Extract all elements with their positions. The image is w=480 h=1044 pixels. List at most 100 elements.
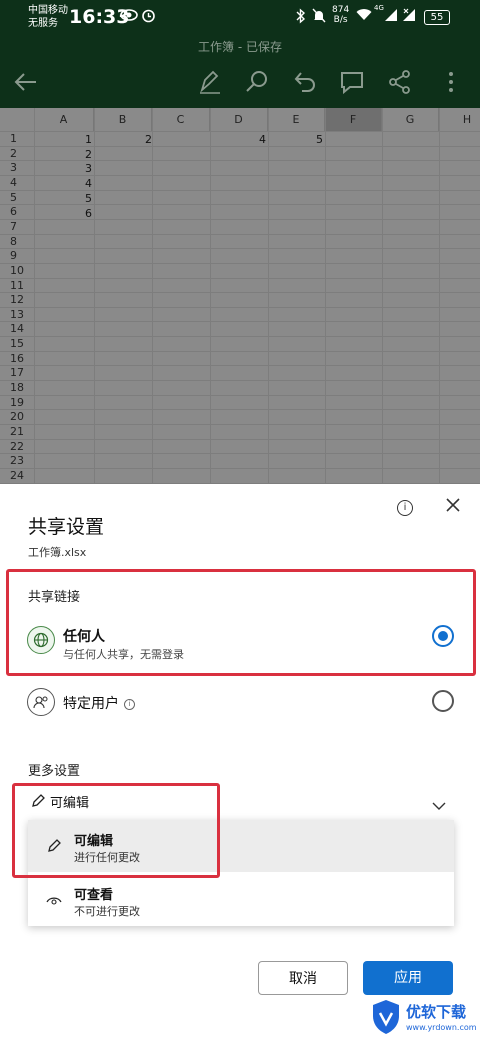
row-line (0, 277, 480, 279)
row-header-divider (34, 108, 35, 484)
cell-a1[interactable]: 1 (36, 133, 92, 146)
row-line (0, 365, 480, 367)
chevron-down-icon[interactable] (432, 796, 446, 815)
row-header[interactable]: 5 (0, 191, 34, 204)
row-header[interactable]: 21 (0, 425, 34, 438)
wifi-icon (356, 8, 372, 25)
info-icon[interactable]: i (397, 500, 413, 516)
battery-level: 55 (424, 10, 450, 25)
col-line (210, 108, 211, 484)
file-name: 工作簿.xlsx (28, 546, 87, 559)
cell-a2[interactable]: 2 (36, 148, 92, 161)
row-line (0, 336, 480, 338)
row-header[interactable]: 4 (0, 176, 34, 189)
cell-a5[interactable]: 5 (36, 192, 92, 205)
row-header[interactable]: 3 (0, 161, 34, 174)
back-arrow-icon[interactable] (12, 68, 40, 96)
row-header[interactable]: 10 (0, 264, 34, 277)
comment-icon[interactable] (338, 68, 366, 96)
alarm-icon (141, 8, 156, 27)
row-line (0, 467, 480, 469)
row-header[interactable]: 23 (0, 454, 34, 467)
row-header[interactable]: 14 (0, 322, 34, 335)
row-header[interactable]: 17 (0, 366, 34, 379)
col-line (152, 108, 153, 484)
share-icon[interactable] (386, 68, 414, 96)
row-line (0, 424, 480, 425)
mute-bell-icon (312, 8, 326, 27)
option-specific-users-label: 特定用户 (63, 696, 119, 712)
permission-option-view[interactable]: 可查看 不可进行更改 (28, 874, 454, 926)
row-header[interactable]: 20 (0, 410, 34, 423)
column-header-g[interactable]: G (382, 108, 439, 131)
column-header-f[interactable]: F (325, 108, 382, 131)
signal-x-icon (402, 8, 416, 26)
row-header[interactable]: 9 (0, 249, 34, 262)
bluetooth-icon (296, 8, 306, 28)
small-info-icon[interactable]: i (124, 698, 135, 710)
row-line (0, 233, 480, 235)
highlight-share-link (6, 569, 476, 676)
row-line (0, 321, 480, 323)
row-header[interactable]: 19 (0, 396, 34, 409)
row-header[interactable]: 18 (0, 381, 34, 394)
net-speed: 874 B/s (332, 5, 349, 25)
row-line (0, 380, 480, 382)
status-bar: 中国移动 无服务 16:33 874 B/s 4G 55 (0, 0, 480, 36)
row-header[interactable]: 16 (0, 352, 34, 365)
apply-button[interactable]: 应用 (363, 961, 453, 995)
row-header[interactable]: 8 (0, 235, 34, 248)
col-line (268, 108, 269, 484)
row-header[interactable]: 11 (0, 279, 34, 292)
row-line (0, 409, 480, 411)
row-line (0, 292, 480, 294)
column-header-h[interactable]: H (439, 108, 480, 131)
cell-e1[interactable]: 5 (268, 133, 323, 146)
row-header[interactable]: 12 (0, 293, 34, 306)
app-bar: 工作簿 - 已保存 (0, 36, 480, 108)
row-header[interactable]: 2 (0, 147, 34, 160)
col-line (382, 108, 383, 484)
column-header-a[interactable]: A (34, 108, 94, 131)
cell-b1[interactable]: 2 (96, 133, 152, 146)
permission-option-view-title: 可查看 (74, 888, 114, 903)
spreadsheet-grid[interactable]: A B C D E F G H 1 2 3 4 5 6 2 4 5 123456… (0, 108, 480, 484)
row-line (0, 248, 480, 250)
cell-a3[interactable]: 3 (36, 162, 92, 175)
eye-icon (120, 8, 138, 26)
close-icon[interactable] (446, 496, 460, 517)
column-header-b[interactable]: B (94, 108, 152, 131)
row-header[interactable]: 15 (0, 337, 34, 350)
row-header[interactable]: 6 (0, 205, 34, 218)
search-icon[interactable] (243, 68, 271, 96)
cell-a4[interactable]: 4 (36, 177, 92, 190)
pen-icon[interactable] (196, 68, 224, 96)
row-header[interactable]: 22 (0, 440, 34, 453)
service-status: 无服务 (28, 18, 58, 29)
net-speed-value: 874 (332, 5, 350, 15)
net-speed-unit: B/s (333, 15, 348, 25)
carrier-info: 中国移动 无服务 (28, 4, 68, 30)
permission-option-view-subtitle: 不可进行更改 (74, 905, 140, 918)
share-settings-sheet: i 共享设置 工作簿.xlsx 共享链接 任何人 与任何人共享，无需登录 特定用… (0, 484, 480, 1040)
row-line (0, 394, 480, 396)
col-line (439, 108, 440, 484)
column-header-e[interactable]: E (268, 108, 325, 131)
row-line (0, 453, 480, 455)
row-line (0, 350, 480, 352)
row-header[interactable]: 24 (0, 469, 34, 482)
row-header[interactable]: 7 (0, 220, 34, 233)
column-header-d[interactable]: D (210, 108, 268, 131)
watermark-url: www.yrdown.com (406, 1023, 477, 1032)
more-icon[interactable] (437, 68, 465, 96)
cell-d1[interactable]: 4 (210, 133, 266, 146)
signal-icon (384, 8, 398, 26)
column-header-c[interactable]: C (152, 108, 210, 131)
eye-icon (46, 892, 62, 911)
cancel-button[interactable]: 取消 (258, 961, 348, 995)
row-header[interactable]: 13 (0, 308, 34, 321)
row-header[interactable]: 1 (0, 132, 34, 145)
share-settings-title: 共享设置 (28, 516, 105, 538)
radio-specific-users[interactable] (432, 690, 454, 712)
undo-icon[interactable] (290, 68, 318, 96)
